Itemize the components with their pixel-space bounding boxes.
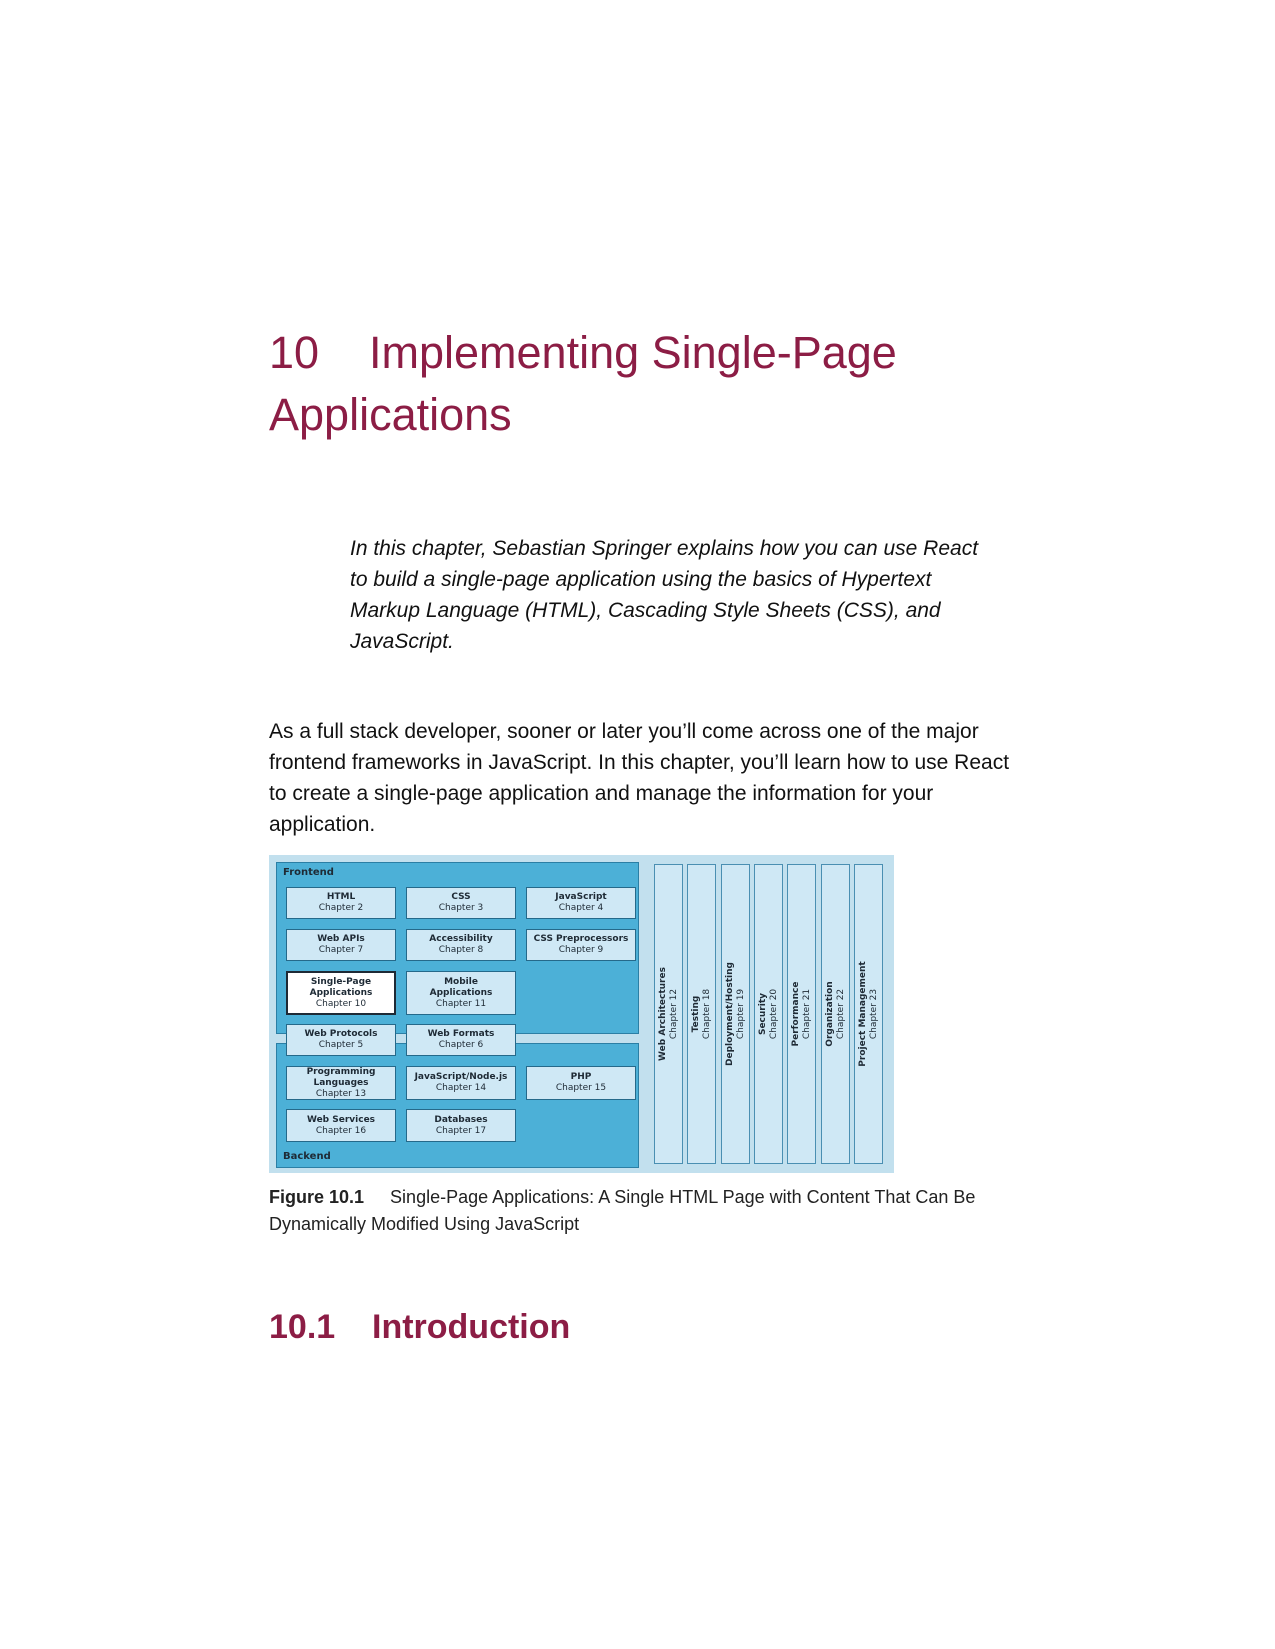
tile-javascript: JavaScript Chapter 4 — [526, 887, 636, 919]
column-title: Testing — [690, 995, 701, 1033]
section-heading: 10.1 Introduction — [269, 1306, 1029, 1348]
tile-title: JavaScript — [555, 892, 607, 902]
tile-title: Programming Languages — [306, 1066, 376, 1088]
tile-title: HTML — [326, 892, 356, 902]
tile-title: JavaScript/Node.js — [414, 1072, 508, 1082]
column-chapter: Chapter 20 — [768, 988, 779, 1040]
tile-chapter: Chapter 16 — [315, 1125, 367, 1136]
tile-title-line2: Applications — [429, 987, 493, 998]
column-security: Security Chapter 20 — [754, 864, 783, 1164]
tile-title: PHP — [570, 1072, 592, 1082]
tile-chapter: Chapter 6 — [438, 1040, 484, 1050]
tile-chapter: Chapter 11 — [435, 998, 487, 1009]
tile-html: HTML Chapter 2 — [286, 887, 396, 919]
column-web-architectures: Web Architectures Chapter 12 — [654, 864, 683, 1164]
tile-chapter: Chapter 5 — [318, 1040, 364, 1050]
body-paragraph: As a full stack developer, sooner or lat… — [269, 720, 1010, 836]
tile-title: Web Formats — [427, 1029, 495, 1039]
tile-title: Accessibility — [429, 934, 493, 944]
tile-chapter: Chapter 14 — [435, 1083, 487, 1093]
backend-label: Backend — [283, 1151, 331, 1162]
column-chapter: Chapter 23 — [868, 988, 879, 1040]
tile-css: CSS Chapter 3 — [406, 887, 516, 919]
column-title: Performance — [790, 981, 801, 1047]
tile-chapter: Chapter 15 — [555, 1083, 607, 1093]
tile-accessibility: Accessibility Chapter 8 — [406, 929, 516, 961]
tile-single-page-applications: Single-Page Applications Chapter 10 — [286, 971, 396, 1015]
tile-title-line2: Applications — [309, 987, 373, 998]
column-chapter: Chapter 18 — [701, 988, 712, 1040]
column-chapter: Chapter 21 — [801, 988, 812, 1040]
tile-chapter: Chapter 7 — [318, 945, 364, 955]
tile-title: Web Protocols — [304, 1029, 378, 1039]
chapter-title: 10 Implementing Single-Page Applications — [269, 322, 1029, 446]
figure-caption-text: Single-Page Applications: A Single HTML … — [269, 1187, 976, 1234]
tile-chapter: Chapter 2 — [318, 903, 364, 913]
tile-chapter: Chapter 4 — [558, 903, 604, 913]
tile-chapter: Chapter 9 — [558, 945, 604, 955]
column-chapter: Chapter 12 — [668, 988, 679, 1040]
tile-web-formats: Web Formats Chapter 6 — [406, 1024, 516, 1056]
column-title: Deployment/Hosting — [724, 962, 735, 1066]
section-number: 10.1 — [269, 1308, 336, 1346]
figure-caption-label: Figure 10.1 — [269, 1187, 365, 1207]
figure-diagram: Frontend Backend HTML Chapter 2 CSS Chapte… — [269, 855, 894, 1173]
tile-javascript-nodejs: JavaScript/Node.js Chapter 14 — [406, 1066, 516, 1100]
column-title: Web Architectures — [657, 967, 668, 1061]
column-title: Organization — [824, 981, 835, 1047]
backend-region — [276, 1043, 639, 1168]
tile-mobile-applications: Mobile Applications Chapter 11 — [406, 971, 516, 1015]
figure-caption: Figure 10.1 Single-Page Applications: A S… — [269, 1184, 1009, 1238]
tile-title: Databases — [434, 1114, 488, 1125]
column-chapter: Chapter 22 — [835, 988, 846, 1040]
chapter-abstract: In this chapter, Sebastian Springer expl… — [350, 537, 979, 653]
column-title: Project Management — [857, 961, 868, 1067]
tile-chapter: Chapter 10 — [315, 998, 367, 1009]
column-chapter: Chapter 19 — [735, 988, 746, 1040]
chapter-number: 10 — [269, 327, 320, 378]
tile-css-preprocessors: CSS Preprocessors Chapter 9 — [526, 929, 636, 961]
column-performance: Performance Chapter 21 — [787, 864, 816, 1164]
tile-chapter: Chapter 13 — [315, 1088, 367, 1099]
tile-web-services: Web Services Chapter 16 — [286, 1109, 396, 1142]
column-testing: Testing Chapter 18 — [687, 864, 716, 1164]
tile-web-protocols: Web Protocols Chapter 5 — [286, 1024, 396, 1056]
tile-chapter: Chapter 17 — [435, 1125, 487, 1136]
tile-title: Web APIs — [317, 934, 365, 944]
tile-chapter: Chapter 8 — [438, 945, 484, 955]
column-project-management: Project Management Chapter 23 — [854, 864, 883, 1164]
tile-title: CSS — [451, 892, 471, 902]
tile-php: PHP Chapter 15 — [526, 1066, 636, 1100]
tile-title: Web Services — [306, 1114, 376, 1125]
tile-title: Single-Page — [310, 976, 372, 987]
tile-title: CSS Preprocessors — [533, 934, 629, 944]
section-title-text: Introduction — [372, 1308, 571, 1346]
tile-programming-languages: Programming Languages Chapter 13 — [286, 1066, 396, 1100]
tile-web-apis: Web APIs Chapter 7 — [286, 929, 396, 961]
column-organization: Organization Chapter 22 — [821, 864, 850, 1164]
column-title: Security — [757, 992, 768, 1036]
tile-databases: Databases Chapter 17 — [406, 1109, 516, 1142]
tile-chapter: Chapter 3 — [438, 903, 484, 913]
column-deployment-hosting: Deployment/Hosting Chapter 19 — [721, 864, 750, 1164]
frontend-label: Frontend — [283, 867, 334, 878]
tile-title: Mobile — [444, 976, 478, 987]
